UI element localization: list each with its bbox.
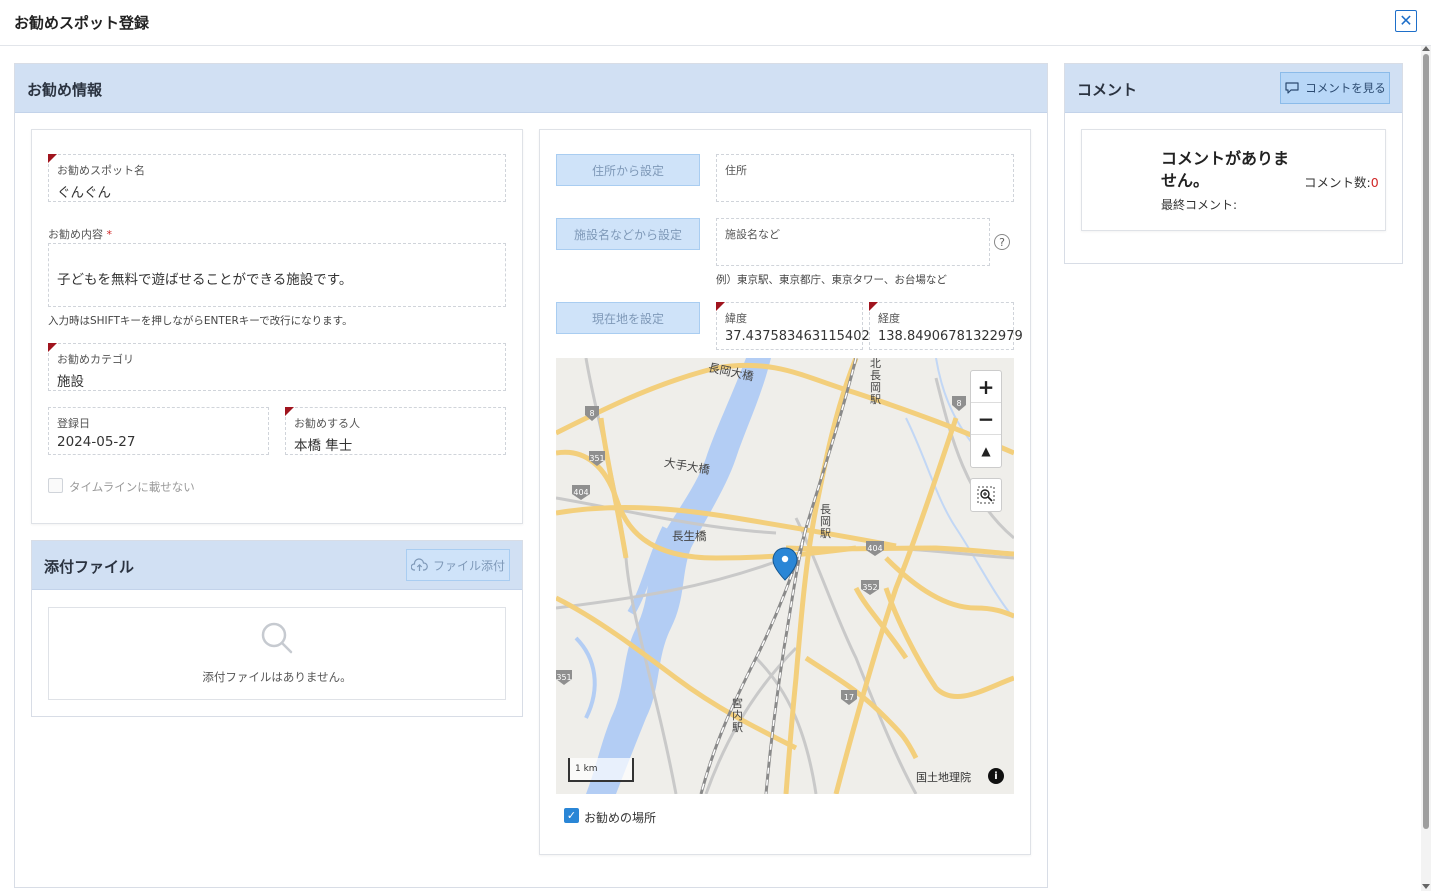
content-value: 子どもを無料で遊ばせることができる施設です。 [57,272,353,288]
person-label: お勧めする人 [294,417,360,430]
person-value: 本橋 隼士 [294,438,353,454]
category-value: 施設 [57,374,84,390]
required-star: * [106,228,113,241]
required-marker [716,302,725,311]
view-comments-label: コメントを見る [1305,81,1386,95]
attachments-empty-box: 添付ファイルはありません。 [48,607,506,700]
scroll-up-icon[interactable] [1422,46,1430,51]
latitude-value: 37.437583463115402 [725,329,870,344]
map-label-miyauchi-station: 宮内駅 [732,697,743,734]
latitude-field[interactable]: 緯度 37.437583463115402 [716,302,870,350]
scroll-down-icon[interactable] [1422,884,1430,889]
address-button[interactable]: 住所から設定 [556,154,700,186]
page-scrollbar[interactable] [1421,46,1431,891]
facility-field[interactable]: 施設名など [716,218,990,266]
show-place-checkbox[interactable]: ✓ [564,808,579,823]
comment-count-value: 0 [1370,175,1379,190]
recommend-info-header: お勧め情報 [15,64,1047,113]
svg-text:404: 404 [867,544,882,553]
dialog-header: お勧めスポット登録 ✕ [0,0,1431,46]
last-comment-label: 最終コメント: [1161,198,1238,212]
facility-label: 施設名など [725,228,780,241]
svg-text:8: 8 [956,399,961,408]
info-icon[interactable]: i [988,768,1004,784]
zoom-box-icon [977,486,995,504]
longitude-field[interactable]: 経度 138.84906781322979 [869,302,1023,350]
zoom-in-button[interactable]: + [971,371,1001,403]
latitude-label: 緯度 [725,312,747,325]
no-comments-text: コメントがありません。 [1161,149,1290,190]
zoom-out-button[interactable]: − [971,403,1001,435]
close-icon: ✕ [1399,11,1413,30]
search-icon [261,622,293,654]
map[interactable]: 8 8 351 404 404 352 351 17 長岡大橋 大手大橋 長生橋… [556,358,1014,794]
spot-name-value: ぐんぐん [57,185,111,201]
compass-button[interactable]: ▲ [971,435,1001,467]
facility-hint: 例）東京駅、東京都庁、東京タワー、お台場など [716,274,947,286]
map-zoom-controls: + − ▲ [970,370,1002,468]
recommend-info-title: お勧め情報 [27,81,103,99]
timeline-checkbox[interactable] [48,478,63,493]
svg-text:404: 404 [573,488,588,497]
category-label: お勧めカテゴリ [57,353,134,366]
map-scale: 1 km [568,758,634,782]
required-marker [48,154,57,163]
comment-icon [1285,82,1299,94]
cloud-upload-icon [410,558,428,571]
svg-text:352: 352 [862,583,877,592]
map-label-nagaoka-station: 長岡駅 [820,503,831,540]
show-place-label: お勧めの場所 [584,811,657,825]
date-label: 登録日 [57,417,90,430]
svg-text:8: 8 [589,409,594,418]
help-icon[interactable]: ? [994,234,1010,250]
required-marker [285,407,294,416]
view-comments-button[interactable]: コメントを見る [1280,72,1390,104]
add-file-label: ファイル添付 [432,558,505,573]
map-label-chosei-bashi: 長生橋 [672,529,707,543]
comment-count: コメント数:0 [1304,172,1379,191]
spot-name-label: お勧めスポット名 [57,164,145,177]
category-field[interactable]: お勧めカテゴリ 施設 [48,343,506,391]
timeline-label: タイムラインに載せない [69,480,195,494]
add-file-button[interactable]: ファイル添付 [406,549,510,581]
address-field[interactable]: 住所 [716,154,1014,202]
map-scale-label: 1 km [575,764,598,774]
attachments-title: 添付ファイル [44,558,135,576]
svg-text:351: 351 [589,454,604,463]
facility-button[interactable]: 施設名などから設定 [556,218,700,250]
attachments-empty-text: 添付ファイルはありません。 [202,670,352,684]
content-textarea[interactable]: 子どもを無料で遊ばせることができる施設です。 [48,243,506,307]
svg-text:351: 351 [556,673,571,682]
map-zoom-box-control [970,478,1002,512]
zoom-box-button[interactable] [971,479,1001,511]
map-tiles: 8 8 351 404 404 352 351 17 [556,358,1014,794]
current-location-button[interactable]: 現在地を設定 [556,302,700,334]
svg-text:17: 17 [844,693,854,702]
map-label-kita-nagaoka-station: 北長岡駅 [870,358,881,406]
dialog-title: お勧めスポット登録 [14,14,150,32]
content-label: お勧め内容 * [48,226,112,242]
map-attribution: 国土地理院 [916,771,971,784]
close-button[interactable]: ✕ [1395,10,1417,32]
longitude-label: 経度 [878,312,900,325]
required-marker [48,343,57,352]
comments-title: コメント [1077,81,1138,99]
required-marker [869,302,878,311]
comment-count-label: コメント数: [1304,175,1371,190]
longitude-value: 138.84906781322979 [878,329,1023,344]
spot-name-field[interactable]: お勧めスポット名 ぐんぐん [48,154,506,202]
date-value: 2024-05-27 [57,434,136,450]
comment-summary-card: コメントがありません。 最終コメント: コメント数:0 [1081,129,1386,231]
person-field[interactable]: お勧めする人 本橋 隼士 [285,407,506,455]
content-label-text: お勧め内容 [48,228,103,241]
content-hint: 入力時はSHIFTキーを押しながらENTERキーで改行になります。 [48,315,353,327]
date-field[interactable]: 登録日 2024-05-27 [48,407,269,455]
scrollbar-thumb[interactable] [1423,54,1429,829]
address-label: 住所 [725,164,747,177]
